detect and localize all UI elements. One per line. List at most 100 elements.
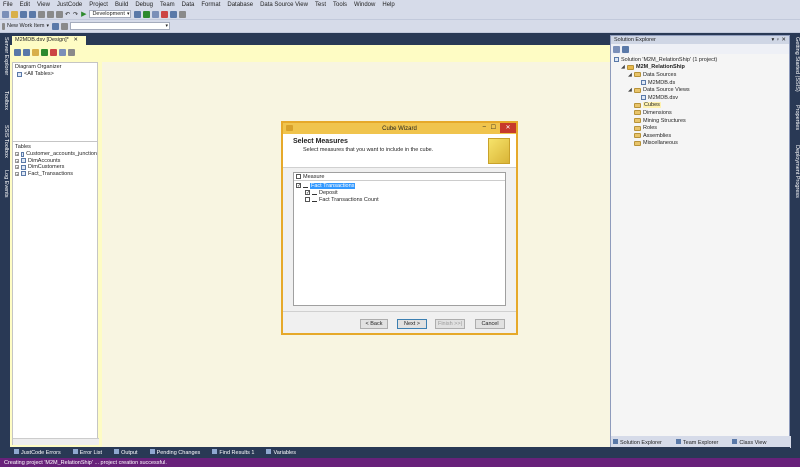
expand-icon[interactable]: +: [15, 165, 19, 170]
configuration-select[interactable]: Development ▾: [89, 10, 132, 18]
select-all-checkbox[interactable]: [296, 174, 301, 179]
ssis-toolbox-tab[interactable]: SSIS Toolbox: [3, 125, 9, 158]
tab-class-view[interactable]: Class View: [730, 438, 772, 446]
measure-row[interactable]: ✓ Fact Transactions: [296, 182, 503, 189]
measure-checkbox[interactable]: [305, 197, 310, 202]
new-project-icon[interactable]: [2, 10, 9, 18]
solution-node-file[interactable]: M2MDB.ds: [614, 79, 786, 87]
solution-node-solution[interactable]: Solution 'M2M_RelationShip' (1 project): [614, 56, 786, 64]
redo-icon[interactable]: ↷: [73, 11, 78, 18]
menu-item-format[interactable]: Format: [201, 2, 220, 8]
solution-node-folder[interactable]: ◢ Data Sources: [614, 71, 786, 79]
cancel-button[interactable]: Cancel: [475, 319, 505, 329]
table-item[interactable]: + Fact_Transactions: [13, 171, 97, 178]
log-events-tab[interactable]: Log Events: [3, 170, 9, 198]
properties-tab[interactable]: Properties: [794, 105, 800, 130]
delete-icon[interactable]: [50, 48, 57, 56]
tab-variables[interactable]: Variables: [266, 449, 302, 456]
cut-icon[interactable]: [38, 10, 45, 18]
copy-icon[interactable]: [47, 10, 54, 18]
solution-node-folder[interactable]: Dimensions: [614, 109, 786, 117]
horizontal-scrollbar[interactable]: [13, 438, 99, 445]
solution-explorer-icon[interactable]: [143, 10, 151, 18]
tab-justcode-errors[interactable]: JustCode Errors: [14, 449, 67, 456]
menu-item-justcode[interactable]: JustCode: [57, 2, 82, 8]
properties-icon[interactable]: [613, 45, 620, 53]
menu-item-debug[interactable]: Debug: [135, 2, 153, 8]
getting-started-tab[interactable]: Getting Started (SSIS): [794, 37, 800, 92]
arrange-icon[interactable]: [59, 48, 66, 56]
refresh-icon[interactable]: [41, 48, 48, 56]
measure-column-header[interactable]: Measure: [294, 173, 505, 181]
maximize-icon[interactable]: ☐: [491, 124, 496, 131]
menu-item-data[interactable]: Data: [182, 2, 195, 8]
tab-team-explorer[interactable]: Team Explorer: [674, 438, 724, 446]
solution-node-folder[interactable]: Mining Structures: [614, 117, 786, 125]
solution-node-folder[interactable]: Assemblies: [614, 132, 786, 140]
splitter[interactable]: [13, 141, 97, 142]
tab-m2mdb-dsv-design[interactable]: M2MDB.dsv [Design]* ✕: [12, 36, 86, 45]
undo-icon[interactable]: ↶: [65, 11, 70, 18]
new-relationship-icon[interactable]: [23, 48, 30, 56]
measure-checkbox[interactable]: ✓: [296, 183, 301, 189]
menu-item-view[interactable]: View: [37, 2, 50, 8]
back-button[interactable]: < Back: [360, 319, 388, 329]
solution-node-folder[interactable]: Roles: [614, 124, 786, 132]
expand-icon[interactable]: ◢: [621, 64, 626, 70]
toolbox-icon[interactable]: [161, 10, 169, 18]
tab-error-list[interactable]: Error List: [72, 449, 108, 456]
refresh-icon[interactable]: [61, 22, 69, 30]
all-tables-item[interactable]: <All Tables>: [13, 71, 97, 78]
show-all-files-icon[interactable]: [622, 45, 629, 53]
expand-icon[interactable]: +: [15, 171, 19, 176]
properties-icon[interactable]: [152, 10, 160, 18]
finish-button[interactable]: Finish >>|: [435, 319, 465, 329]
find-icon[interactable]: [134, 10, 142, 18]
menu-item-build[interactable]: Build: [115, 2, 128, 8]
query-icon[interactable]: [52, 22, 60, 30]
save-icon[interactable]: [20, 10, 27, 18]
menu-item-team[interactable]: Team: [160, 2, 175, 8]
toolbox-tab[interactable]: Toolbox: [3, 91, 9, 110]
start-icon[interactable]: ▶: [81, 10, 86, 18]
solution-node-folder[interactable]: Miscellaneous: [614, 140, 786, 148]
measure-row[interactable]: Fact Transactions Count: [296, 196, 503, 203]
find-combo[interactable]: ▾: [70, 22, 171, 30]
measure-checkbox[interactable]: ✓: [305, 190, 310, 196]
menu-item-window[interactable]: Window: [354, 2, 375, 8]
minimize-icon[interactable]: –: [483, 124, 486, 130]
deployment-progress-tab[interactable]: Deployment Progress: [794, 145, 800, 198]
menu-item-tools[interactable]: Tools: [333, 2, 347, 8]
new-named-query-icon[interactable]: [32, 48, 39, 56]
next-button[interactable]: Next >: [397, 319, 427, 329]
expand-icon[interactable]: +: [15, 158, 19, 163]
menu-item-database[interactable]: Database: [227, 2, 253, 8]
measure-row[interactable]: ✓ Deposit: [296, 189, 503, 196]
menu-item-help[interactable]: Help: [382, 2, 394, 8]
close-icon[interactable]: ✕: [73, 37, 78, 43]
panel-controls[interactable]: ▾ ♀ ✕: [771, 37, 786, 43]
table-item[interactable]: + Customer_accounts_junction: [13, 151, 97, 158]
solution-node-folder[interactable]: Cubes: [614, 102, 786, 110]
menu-item-test[interactable]: Test: [315, 2, 326, 8]
solution-node-project[interactable]: ◢ M2M_RelationShip: [614, 64, 786, 72]
add-table-icon[interactable]: [14, 48, 21, 56]
chevron-down-icon[interactable]: ▾: [47, 23, 50, 29]
tab-output[interactable]: Output: [114, 449, 144, 456]
extensions-icon[interactable]: [179, 10, 187, 18]
expand-icon[interactable]: ◢: [628, 72, 633, 78]
solution-node-file[interactable]: M2MDB.dsv: [614, 94, 786, 102]
open-icon[interactable]: [11, 10, 18, 18]
new-work-item-button[interactable]: New Work Item: [7, 23, 45, 29]
menu-item-data-source-view[interactable]: Data Source View: [260, 2, 308, 8]
paste-icon[interactable]: [56, 10, 63, 18]
tab-pending-changes[interactable]: Pending Changes: [149, 449, 207, 456]
tab-find-results-1[interactable]: Find Results 1: [212, 449, 260, 456]
close-icon[interactable]: ✕: [500, 123, 516, 133]
solution-node-folder[interactable]: ◢ Data Source Views: [614, 86, 786, 94]
menu-item-file[interactable]: File: [3, 2, 13, 8]
tab-solution-explorer[interactable]: Solution Explorer: [611, 438, 668, 446]
zoom-icon[interactable]: [68, 48, 75, 56]
expand-icon[interactable]: ◢: [628, 87, 633, 93]
server-explorer-tab[interactable]: Server Explorer: [3, 37, 9, 75]
